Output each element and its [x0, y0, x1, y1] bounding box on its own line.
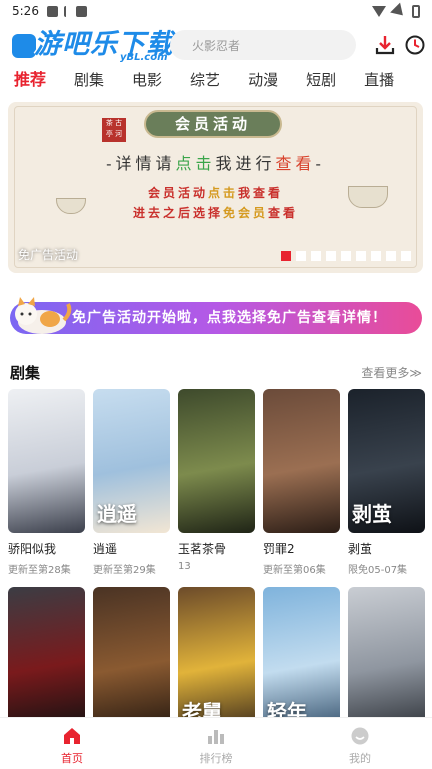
- series-title: 剥茧: [348, 542, 373, 556]
- series-update-status: 限免05-07集: [348, 565, 408, 576]
- series-card[interactable]: [8, 587, 85, 731]
- series-card[interactable]: 剥茧 剥茧 限免05-07集: [348, 389, 425, 576]
- banner-title: 会员活动: [144, 110, 282, 138]
- banner-dot[interactable]: [326, 251, 336, 261]
- series-poster[interactable]: [93, 587, 170, 731]
- nav-profile-label: 我的: [349, 752, 371, 765]
- nav-ranking[interactable]: 排行榜: [144, 718, 288, 769]
- history-icon[interactable]: [404, 34, 426, 56]
- search-input[interactable]: 火影忍者: [170, 30, 356, 60]
- signal-icon: [390, 2, 408, 20]
- profile-icon: [351, 727, 369, 745]
- status-time: 5:26: [12, 4, 39, 18]
- app-logo[interactable]: 游吧乐下载 yBL.com: [12, 24, 182, 64]
- banner-dot[interactable]: [371, 251, 381, 261]
- tab-6[interactable]: 直播: [350, 68, 408, 98]
- banner-dot[interactable]: [341, 251, 351, 261]
- nav-home-label: 首页: [61, 752, 83, 765]
- banner-dot[interactable]: [281, 251, 291, 261]
- teacup-right-icon: [348, 186, 388, 208]
- series-poster[interactable]: [8, 389, 85, 533]
- series-card[interactable]: [348, 587, 425, 731]
- series-card[interactable]: 罚罪2 更新至第06集: [263, 389, 340, 576]
- promo-banner[interactable]: 茶 古 亭 河 会员活动 -详情请点击我进行查看- 会员活动点击我查看 进去之后…: [8, 102, 423, 273]
- series-card[interactable]: [93, 587, 170, 731]
- download-icon[interactable]: [374, 34, 396, 56]
- series-poster[interactable]: 剥茧: [348, 389, 425, 533]
- series-update-status: 更新至第28集: [8, 565, 71, 576]
- series-poster[interactable]: [348, 587, 425, 731]
- tab-5[interactable]: 短剧: [292, 68, 350, 98]
- tab-0[interactable]: 推荐: [0, 68, 60, 98]
- status-bar: 5:26: [0, 0, 432, 22]
- series-row-2: 老舅 轻年: [8, 587, 432, 731]
- series-poster[interactable]: [8, 587, 85, 731]
- banner-dot[interactable]: [386, 251, 396, 261]
- nav-ranking-label: 排行榜: [199, 752, 233, 765]
- series-card[interactable]: 逍遥 逍遥 更新至第29集: [93, 389, 170, 576]
- series-poster[interactable]: 轻年: [263, 587, 340, 731]
- category-tabs: 推荐 剧集 电影 综艺 动漫 短剧 直播: [0, 68, 432, 98]
- see-more-link[interactable]: 查看更多≫: [361, 364, 422, 381]
- banner-dot[interactable]: [296, 251, 306, 261]
- promo-text: 免广告活动开始啦，点我选择免广告查看详情！: [72, 310, 387, 326]
- section-title: 剧集: [10, 364, 41, 382]
- banner-dot[interactable]: [401, 251, 411, 261]
- series-title: 骄阳似我: [8, 542, 57, 556]
- series-update-status: 更新至第29集: [93, 565, 156, 576]
- notification-icon: [46, 5, 58, 17]
- series-update-status: 更新至第06集: [263, 565, 326, 576]
- app-header: 游吧乐下载 yBL.com 火影忍者: [0, 22, 432, 68]
- series-poster[interactable]: [178, 389, 255, 533]
- nav-home[interactable]: 首页: [0, 718, 144, 769]
- tab-2[interactable]: 电影: [118, 68, 176, 98]
- wifi-icon: [372, 5, 386, 17]
- banner-seal: 茶 古 亭 河: [102, 118, 126, 142]
- tab-3[interactable]: 综艺: [176, 68, 234, 98]
- tab-4[interactable]: 动漫: [234, 68, 292, 98]
- ranking-icon: [208, 730, 224, 744]
- home-icon: [64, 728, 80, 744]
- banner-dot[interactable]: [311, 251, 321, 261]
- poster-title-art: 剥茧: [352, 502, 392, 526]
- download-notification-icon: [63, 5, 70, 17]
- series-card[interactable]: 骄阳似我更新至第28集: [8, 389, 85, 576]
- series-title: 玉茗茶骨: [178, 542, 227, 556]
- bottom-navigation: 首页 排行榜 我的: [0, 717, 432, 769]
- series-update-status: 13: [178, 561, 191, 572]
- logo-subtext: yBL.com: [120, 52, 168, 63]
- nav-profile[interactable]: 我的: [288, 718, 432, 769]
- app-notification-icon: [75, 5, 87, 17]
- series-title: 罚罪2: [263, 542, 295, 556]
- logo-badge-icon: [12, 34, 36, 58]
- series-card[interactable]: 轻年: [263, 587, 340, 731]
- ad-free-promo-strip[interactable]: 免广告活动开始啦，点我选择免广告查看详情！: [10, 297, 422, 334]
- tab-1[interactable]: 剧集: [60, 68, 118, 98]
- series-poster[interactable]: 老舅: [178, 587, 255, 731]
- series-section-header: 剧集 查看更多≫: [10, 362, 422, 384]
- series-card[interactable]: 玉茗茶骨 13: [178, 389, 255, 576]
- banner-line-1: -详情请点击我进行查看-: [106, 154, 325, 173]
- poster-title-art: 逍遥: [97, 502, 137, 526]
- cat-mascot-icon: [15, 297, 72, 334]
- banner-dot[interactable]: [356, 251, 366, 261]
- banner-pagination: [281, 251, 411, 261]
- series-poster[interactable]: [263, 389, 340, 533]
- banner-caption: 免广告活动: [18, 248, 79, 262]
- series-poster[interactable]: 逍遥: [93, 389, 170, 533]
- series-row-1: 骄阳似我 更新至第28集 逍遥 逍遥 更新至第29集 玉茗茶骨 13 罚罪2 更新至第06集 剥茧…: [8, 389, 432, 576]
- series-card[interactable]: 老舅: [178, 587, 255, 731]
- battery-icon: [412, 4, 420, 18]
- search-placeholder: 火影忍者: [192, 38, 241, 53]
- series-title: 逍遥: [93, 542, 118, 556]
